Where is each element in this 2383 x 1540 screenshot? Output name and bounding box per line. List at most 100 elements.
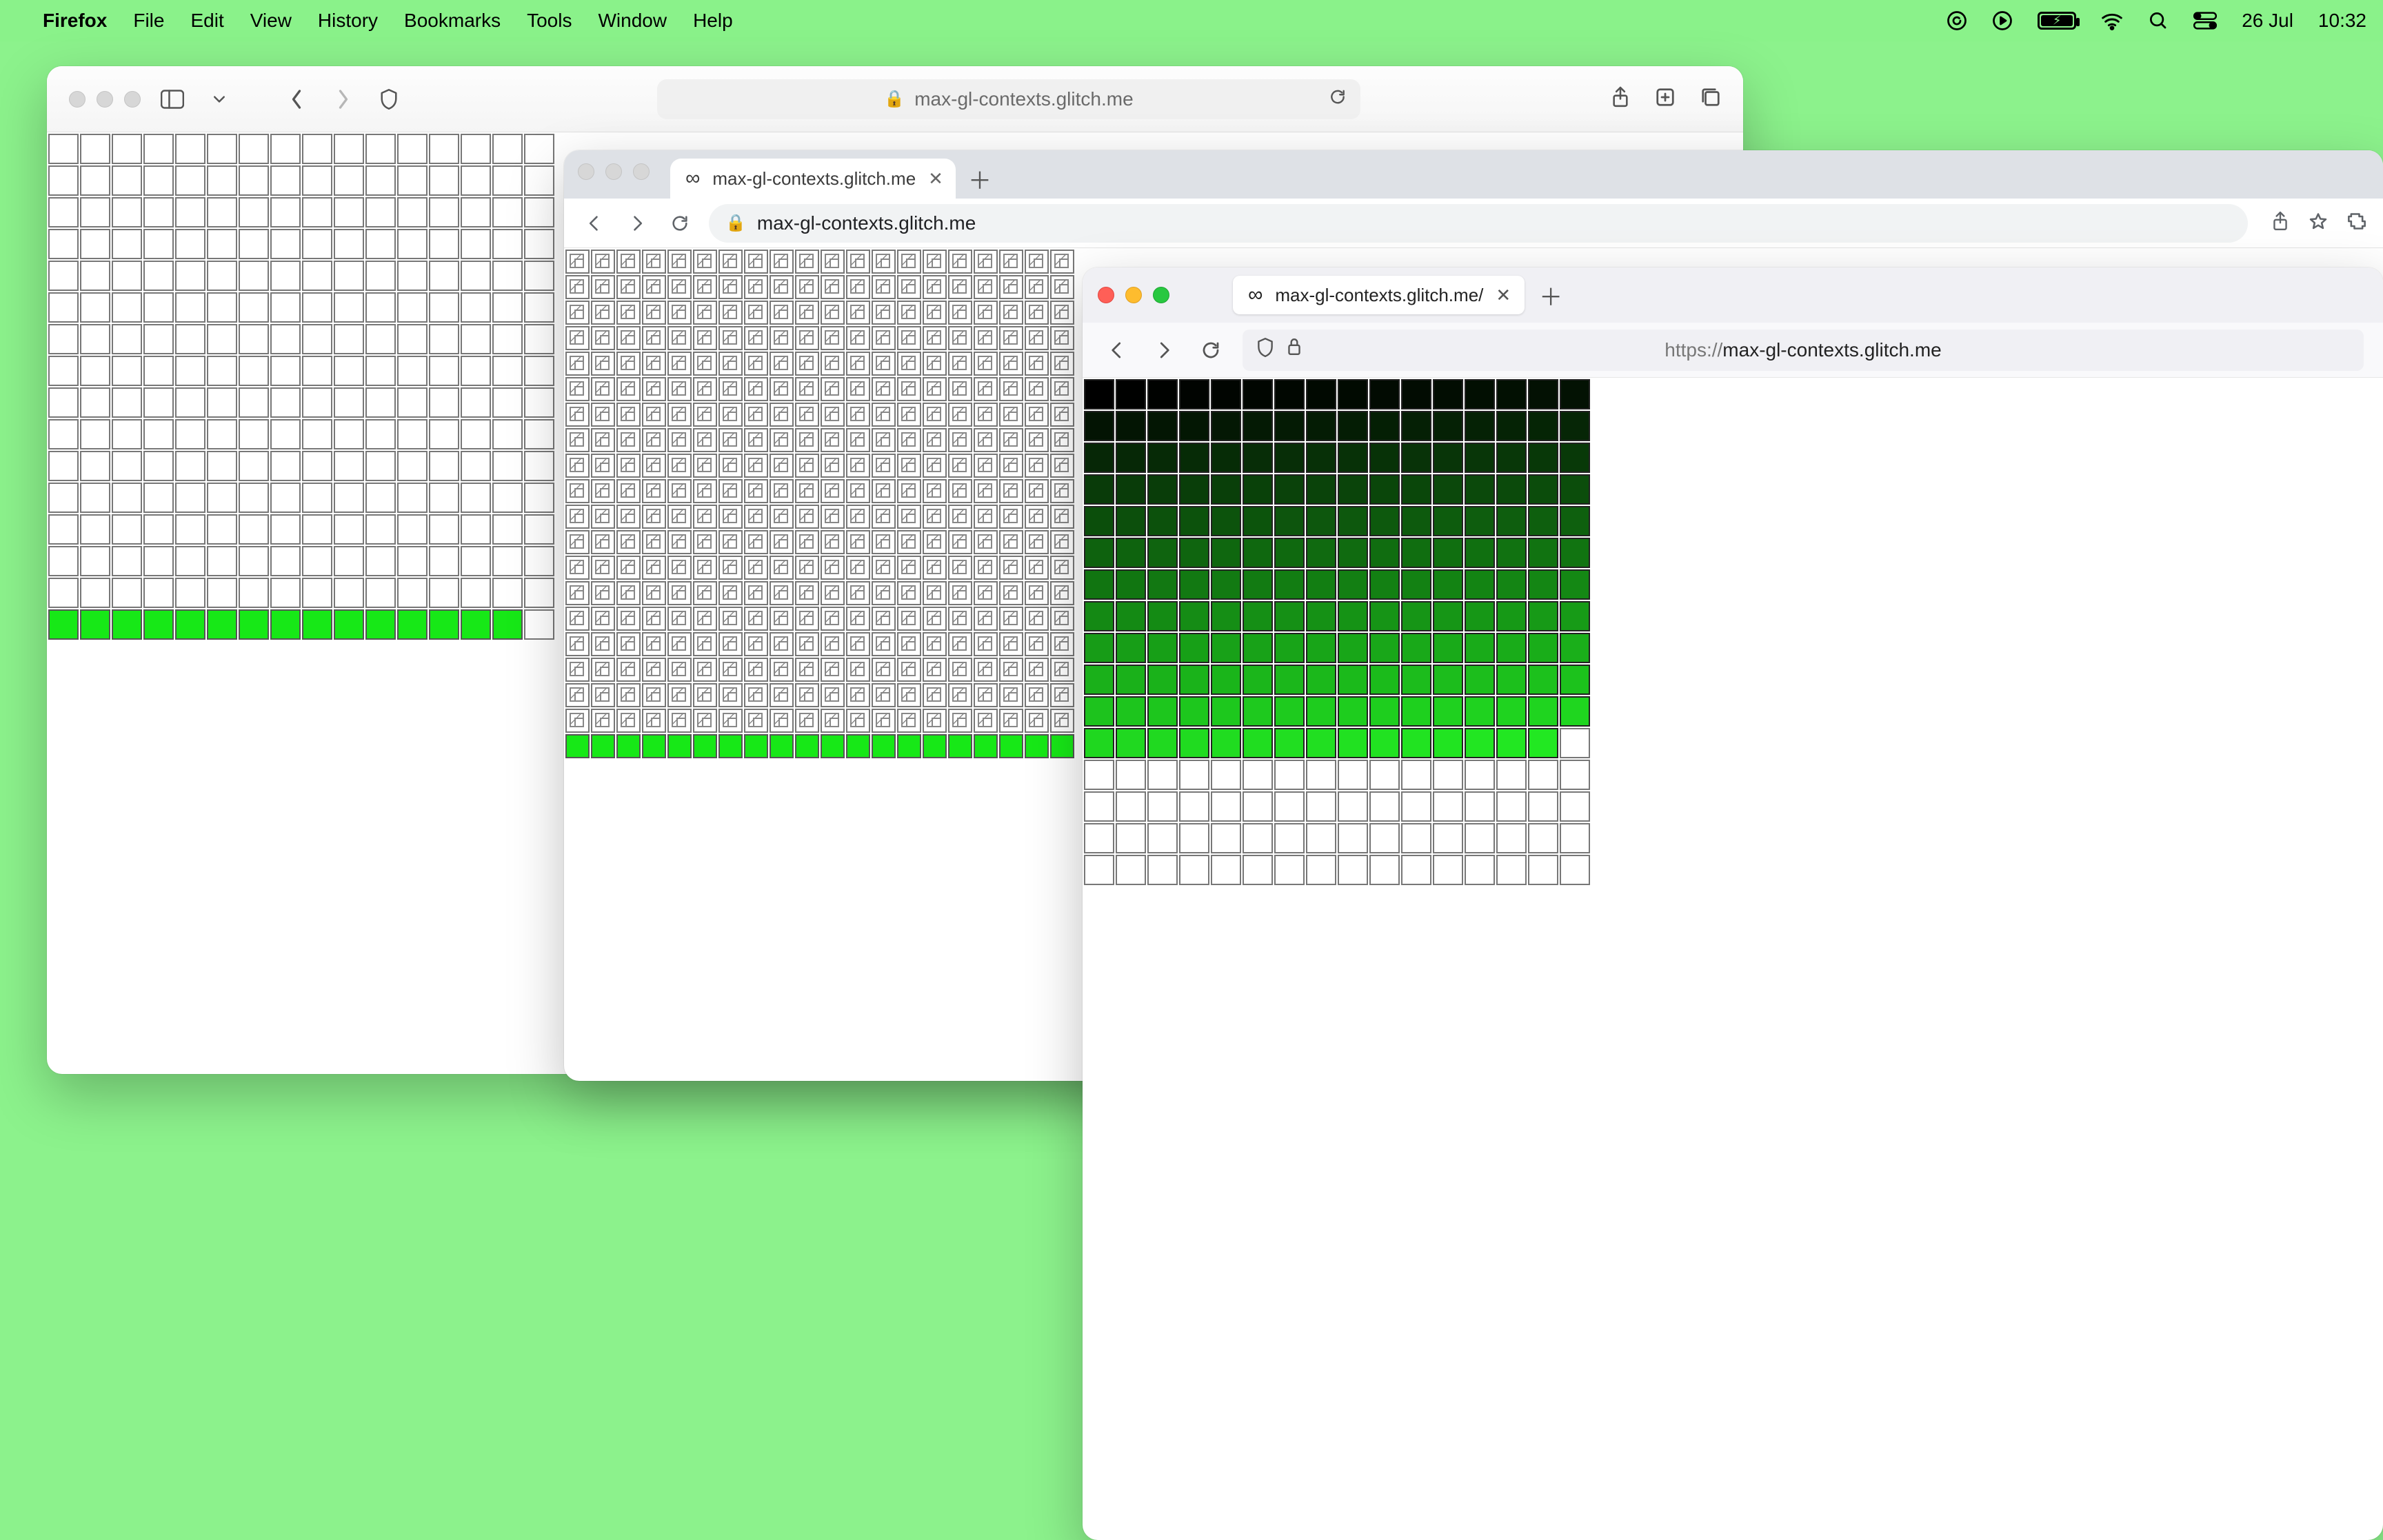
safari-sidebar-toggle-icon[interactable] bbox=[157, 87, 188, 112]
grid-cell bbox=[1306, 855, 1336, 885]
safari-address-bar[interactable]: 🔒 max-gl-contexts.glitch.me bbox=[657, 79, 1360, 119]
chrome-tab[interactable]: ∞ max-gl-contexts.glitch.me ✕ bbox=[670, 159, 956, 199]
menu-view[interactable]: View bbox=[250, 10, 292, 32]
wifi-icon[interactable] bbox=[2101, 11, 2123, 30]
grid-cell bbox=[795, 352, 819, 376]
grid-cell bbox=[365, 292, 396, 323]
menu-tools[interactable]: Tools bbox=[527, 10, 572, 32]
firefox-zoom-button[interactable] bbox=[1153, 287, 1169, 303]
grid-cell bbox=[616, 301, 641, 325]
menubar-time[interactable]: 10:32 bbox=[2318, 10, 2366, 32]
grid-cell bbox=[693, 581, 717, 605]
grid-cell bbox=[718, 632, 743, 656]
firefox-shield-icon[interactable] bbox=[1256, 337, 1274, 363]
grid-cell bbox=[667, 505, 692, 529]
grid-cell bbox=[591, 632, 615, 656]
safari-reload-icon[interactable] bbox=[1329, 88, 1347, 110]
firefox-back-button[interactable] bbox=[1102, 335, 1132, 365]
grid-cell bbox=[974, 658, 998, 682]
grid-cell bbox=[143, 387, 174, 418]
chrome-reload-button[interactable] bbox=[666, 210, 694, 237]
chrome-share-icon[interactable] bbox=[2271, 211, 2289, 235]
grid-cell bbox=[795, 556, 819, 580]
grid-cell bbox=[795, 581, 819, 605]
safari-new-tab-icon[interactable] bbox=[1655, 87, 1676, 111]
firefox-traffic-lights bbox=[1098, 287, 1169, 303]
chrome-minimize-button[interactable] bbox=[605, 163, 622, 180]
grid-cell bbox=[591, 403, 615, 427]
chrome-zoom-button[interactable] bbox=[633, 163, 650, 180]
chrome-extensions-icon[interactable] bbox=[2347, 212, 2366, 234]
grid-cell bbox=[744, 556, 768, 580]
grid-cell bbox=[1338, 696, 1368, 727]
grid-cell bbox=[1116, 855, 1146, 885]
safari-share-icon[interactable] bbox=[1611, 85, 1630, 112]
firefox-new-tab-button[interactable]: ＋ bbox=[1536, 280, 1566, 310]
chrome-bookmark-star-icon[interactable] bbox=[2309, 212, 2328, 234]
firefox-minimize-button[interactable] bbox=[1125, 287, 1142, 303]
grid-cell bbox=[48, 324, 79, 354]
grid-cell bbox=[974, 479, 998, 503]
menu-window[interactable]: Window bbox=[598, 10, 667, 32]
chrome-close-button[interactable] bbox=[578, 163, 594, 180]
safari-privacy-shield-icon[interactable] bbox=[375, 88, 403, 110]
grid-cell bbox=[1306, 760, 1336, 790]
menubar-app-name[interactable]: Firefox bbox=[43, 10, 107, 32]
grid-cell bbox=[1496, 855, 1527, 885]
grid-cell bbox=[974, 428, 998, 452]
safari-tabgroup-chevron-icon[interactable] bbox=[204, 84, 234, 114]
firefox-tab[interactable]: ∞ max-gl-contexts.glitch.me/ ✕ bbox=[1233, 276, 1525, 314]
grid-cell bbox=[302, 292, 332, 323]
safari-close-button[interactable] bbox=[69, 91, 86, 108]
safari-zoom-button[interactable] bbox=[124, 91, 141, 108]
safari-tab-overview-icon[interactable] bbox=[1700, 87, 1721, 111]
infinity-favicon-icon: ∞ bbox=[1248, 283, 1263, 307]
firefox-forward-button[interactable] bbox=[1149, 335, 1179, 365]
menu-bookmarks[interactable]: Bookmarks bbox=[404, 10, 501, 32]
menu-edit[interactable]: Edit bbox=[190, 10, 223, 32]
safari-forward-button[interactable] bbox=[328, 84, 359, 114]
chrome-new-tab-button[interactable]: ＋ bbox=[963, 161, 997, 196]
grid-cell bbox=[565, 505, 590, 529]
grid-cell bbox=[999, 556, 1023, 580]
grid-cell bbox=[948, 556, 972, 580]
grid-cell bbox=[1496, 760, 1527, 790]
menu-history[interactable]: History bbox=[318, 10, 378, 32]
firefox-close-button[interactable] bbox=[1098, 287, 1114, 303]
grid-cell bbox=[397, 514, 428, 545]
grammarly-menubar-icon[interactable] bbox=[1947, 10, 1967, 31]
menubar-date[interactable]: 26 Jul bbox=[2242, 10, 2293, 32]
grid-cell bbox=[175, 514, 205, 545]
chrome-forward-button[interactable] bbox=[623, 210, 651, 237]
chrome-address-bar[interactable]: 🔒 max-gl-contexts.glitch.me bbox=[709, 204, 2248, 243]
chrome-tab-close-icon[interactable]: ✕ bbox=[928, 168, 943, 190]
menu-help[interactable]: Help bbox=[693, 10, 733, 32]
grid-cell bbox=[1433, 506, 1463, 536]
grid-cell bbox=[770, 530, 794, 554]
grid-cell bbox=[795, 377, 819, 401]
spotlight-search-icon[interactable] bbox=[2148, 10, 2169, 31]
firefox-address-bar[interactable]: https://max-gl-contexts.glitch.me bbox=[1243, 330, 2364, 371]
grid-cell bbox=[270, 483, 301, 513]
battery-status-icon[interactable]: ⚡︎ bbox=[2038, 12, 2076, 30]
grid-cell bbox=[591, 454, 615, 478]
grid-cell bbox=[397, 451, 428, 481]
grid-cell bbox=[1528, 823, 1558, 853]
menu-file[interactable]: File bbox=[133, 10, 164, 32]
grid-cell bbox=[1084, 538, 1114, 568]
chrome-url-text: max-gl-contexts.glitch.me bbox=[757, 212, 976, 234]
safari-minimize-button[interactable] bbox=[97, 91, 113, 108]
safari-back-button[interactable] bbox=[281, 84, 312, 114]
firefox-reload-button[interactable] bbox=[1196, 335, 1226, 365]
control-center-icon[interactable] bbox=[2193, 11, 2217, 30]
grid-cell bbox=[667, 683, 692, 707]
firefox-tab-close-icon[interactable]: ✕ bbox=[1496, 285, 1511, 306]
grid-cell bbox=[846, 301, 870, 325]
grid-cell bbox=[207, 356, 237, 386]
grid-cell bbox=[1338, 728, 1368, 758]
chrome-back-button[interactable] bbox=[581, 210, 608, 237]
grid-cell bbox=[1211, 411, 1241, 441]
grid-cell bbox=[1369, 728, 1400, 758]
now-playing-icon[interactable] bbox=[1992, 10, 2013, 31]
grid-cell bbox=[270, 578, 301, 608]
